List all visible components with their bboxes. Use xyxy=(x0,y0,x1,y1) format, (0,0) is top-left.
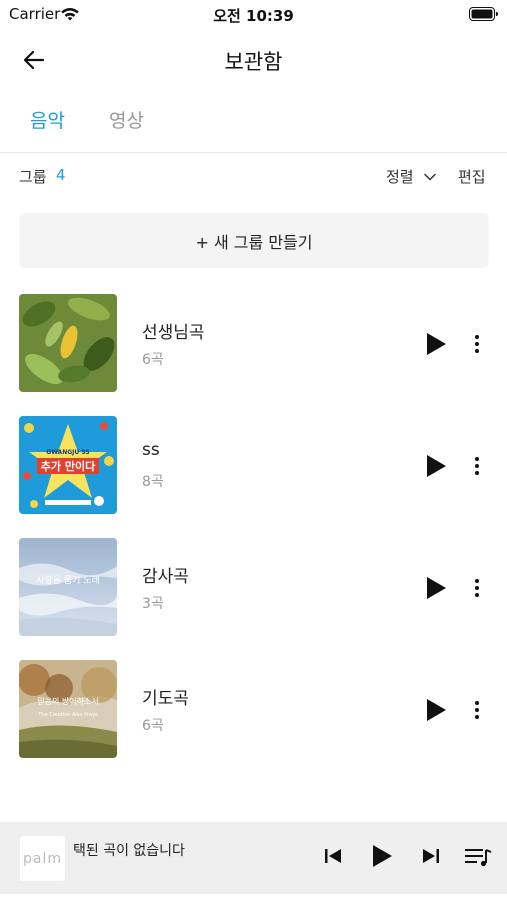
list-item[interactable]: 추가 만이다 GWANGJU SS ss 8곡 xyxy=(0,416,507,516)
list-item[interactable]: 믿음의 방어하소서 The Creation Also Prays 기도곡 6곡 xyxy=(0,660,507,760)
sort-label: 정렬 xyxy=(386,168,414,186)
group-label: 그룹 xyxy=(19,168,47,186)
play-icon[interactable] xyxy=(424,576,448,600)
skip-previous-icon[interactable] xyxy=(323,846,343,866)
playlist-icon[interactable] xyxy=(464,846,492,868)
album-thumbnail: 추가 만이다 GWANGJU SS xyxy=(19,416,117,514)
mini-player[interactable]: palm 택된 곡이 없습니다 xyxy=(0,822,507,894)
thumb-sub-text: The Creation Also Prays xyxy=(37,712,98,718)
play-icon[interactable] xyxy=(424,698,448,722)
list-item[interactable]: 선생님곡 6곡 xyxy=(0,294,507,394)
home-indicator-area xyxy=(0,894,507,900)
now-playing-text: 택된 곡이 없습니다 xyxy=(73,843,185,859)
new-group-button[interactable]: + 새 그룹 만들기 xyxy=(19,213,489,268)
list-item[interactable]: 사랑을 품기 노래 감사곡 3곡 xyxy=(0,538,507,638)
group-song-count: 3곡 xyxy=(142,596,164,612)
more-vertical-icon[interactable] xyxy=(468,576,486,600)
album-thumbnail xyxy=(19,294,117,392)
edit-button[interactable]: 편집 xyxy=(458,166,486,187)
more-vertical-icon[interactable] xyxy=(468,698,486,722)
album-thumbnail: 사랑을 품기 노래 xyxy=(19,538,117,636)
group-count: 4 xyxy=(56,166,66,184)
group-song-count: 6곡 xyxy=(142,718,164,734)
chevron-down-icon xyxy=(423,173,436,181)
page-title: 보관함 xyxy=(224,50,283,74)
status-bar: Carrier 오전 10:39 xyxy=(0,0,507,30)
tabs-divider xyxy=(0,152,507,153)
play-icon[interactable] xyxy=(371,844,393,868)
group-title: 선생님곡 xyxy=(142,323,205,343)
group-toolbar: 그룹 4 정렬 편집 xyxy=(0,162,507,192)
play-icon[interactable] xyxy=(424,454,448,478)
tab-music[interactable]: 음악 xyxy=(30,106,65,133)
play-icon[interactable] xyxy=(424,332,448,356)
group-title: 감사곡 xyxy=(142,567,189,587)
sort-button[interactable]: 정렬 xyxy=(386,166,436,187)
group-title: 기도곡 xyxy=(142,689,189,709)
more-vertical-icon[interactable] xyxy=(468,332,486,356)
tab-bar: 음악 영상 xyxy=(0,106,507,152)
group-song-count: 8곡 xyxy=(142,474,164,490)
skip-next-icon[interactable] xyxy=(421,846,441,866)
header: 보관함 xyxy=(0,38,507,82)
thumb-main-text: 사랑을 품기 노래 xyxy=(36,574,100,586)
thumb-main-text: 추가 만이다 xyxy=(41,459,96,473)
group-title: ss xyxy=(142,440,160,460)
battery-icon xyxy=(469,7,498,21)
group-song-count: 6곡 xyxy=(142,352,164,368)
thumb-top-text: GWANGJU SS xyxy=(46,449,89,456)
thumb-main-text: 믿음의 방어하소서 xyxy=(37,696,98,706)
album-thumbnail: 믿음의 방어하소서 The Creation Also Prays xyxy=(19,660,117,758)
palm-logo: palm xyxy=(20,836,65,881)
tab-video[interactable]: 영상 xyxy=(109,106,144,133)
more-vertical-icon[interactable] xyxy=(468,454,486,478)
status-time: 오전 10:39 xyxy=(213,7,294,25)
